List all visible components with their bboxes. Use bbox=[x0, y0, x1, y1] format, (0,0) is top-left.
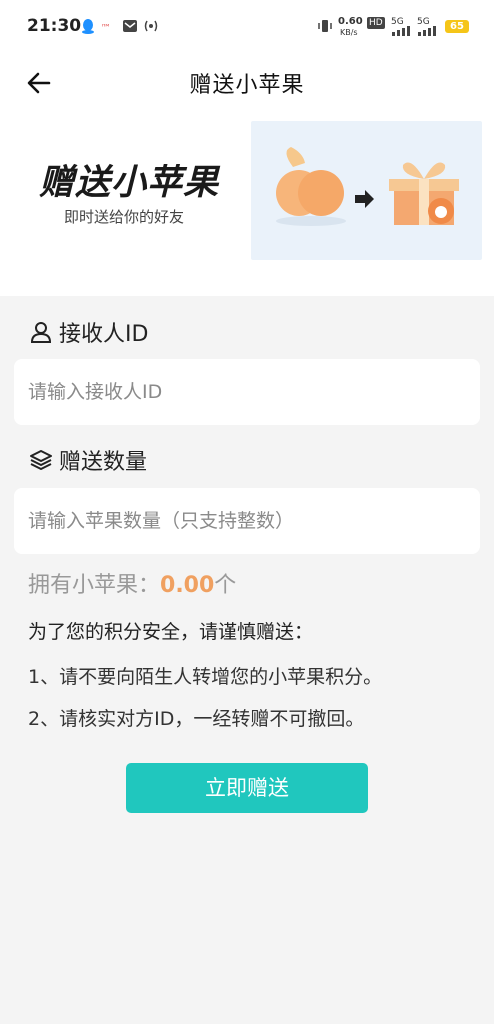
layers-icon bbox=[30, 450, 52, 470]
quantity-input-wrapper bbox=[14, 488, 480, 554]
user-icon bbox=[30, 322, 52, 343]
mail-icon bbox=[123, 20, 137, 32]
svg-text:ᴴᴹ: ᴴᴹ bbox=[102, 23, 109, 31]
apple-gift-illustration bbox=[276, 147, 459, 226]
recipient-input-wrapper bbox=[14, 359, 480, 425]
balance-text: 拥有小苹果：0.00个 bbox=[28, 567, 236, 599]
notification-icon: ᴴᴹ bbox=[102, 23, 109, 31]
notice-item: 2、请核实对方ID，一经转赠不可撤回。 bbox=[28, 708, 365, 730]
banner-subtitle: 即时送给你的好友 bbox=[64, 208, 185, 226]
net-unit: KB/s bbox=[340, 28, 358, 37]
balance-unit: 个 bbox=[214, 573, 237, 598]
balance-amount: 0.00 bbox=[160, 573, 215, 598]
notice-title: 为了您的积分安全，请谨慎赠送： bbox=[28, 621, 314, 643]
battery-icon: 65 bbox=[445, 20, 469, 33]
status-time: 21:30 bbox=[27, 16, 82, 36]
banner-title: 赠送小苹果 bbox=[39, 163, 220, 203]
recipient-label: 接收人ID bbox=[59, 322, 149, 347]
signal-icon bbox=[392, 26, 410, 36]
hd-badge: HD bbox=[367, 17, 385, 29]
quantity-label: 赠送数量 bbox=[59, 450, 148, 475]
notice-item: 1、请不要向陌生人转增您的小苹果积分。 bbox=[28, 666, 383, 688]
balance-prefix: 拥有小苹果： bbox=[28, 573, 161, 598]
recipient-label-row: 接收人ID bbox=[29, 316, 148, 348]
gift-form: 接收人ID 赠送数量 拥有小苹果：0.00个 为了您的积分安全，请谨慎赠送： 1… bbox=[0, 296, 494, 1024]
quantity-input[interactable] bbox=[14, 488, 480, 554]
recipient-id-input[interactable] bbox=[14, 359, 480, 425]
submit-gift-button[interactable]: 立即赠送 bbox=[126, 763, 368, 813]
page-header: 赠送小苹果 赠送小苹果 即时送给你的好友 bbox=[0, 56, 494, 296]
quantity-label-row: 赠送数量 bbox=[29, 444, 147, 476]
banner-illustration bbox=[251, 121, 482, 260]
qq-icon bbox=[82, 19, 94, 34]
status-bar: 21:30 ᴴᴹ 0.60 KB/s HD 5G 5G 65 bbox=[0, 0, 494, 56]
vibrate-icon bbox=[318, 20, 332, 32]
page-title: 赠送小苹果 bbox=[189, 73, 305, 98]
nfc-icon bbox=[144, 20, 158, 32]
net-speed: 0.60 bbox=[338, 16, 363, 27]
signal-icon bbox=[418, 26, 436, 36]
